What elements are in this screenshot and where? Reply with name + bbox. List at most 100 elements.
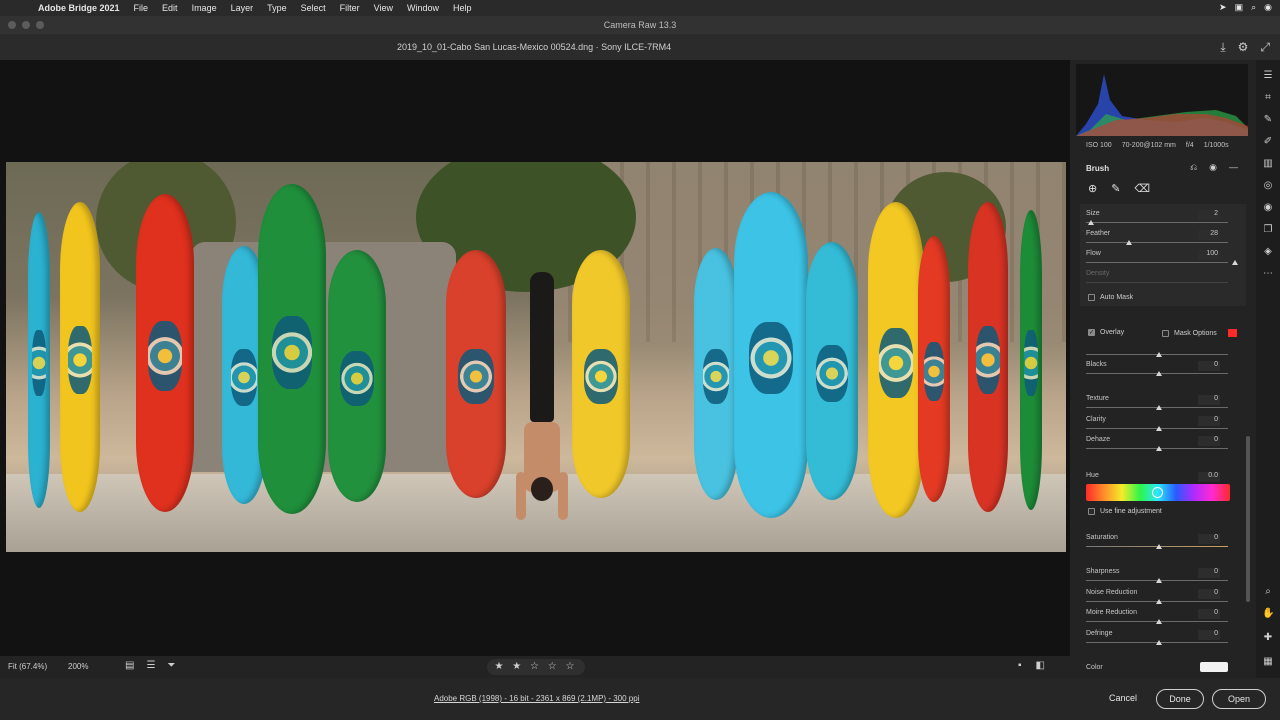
- edit-sliders-icon[interactable]: ☰: [1262, 70, 1274, 81]
- brush-add-icon[interactable]: ⊕: [1088, 182, 1097, 195]
- menu-filter[interactable]: Filter: [340, 3, 360, 13]
- surfboard: [28, 212, 50, 508]
- minimize-window-button[interactable]: [22, 21, 30, 29]
- brush-erase-icon[interactable]: ⌫: [1134, 182, 1150, 195]
- location-icon[interactable]: ➤: [1219, 2, 1227, 13]
- blacks-slider[interactable]: Blacks 0: [1086, 361, 1234, 376]
- window-icon[interactable]: ▣: [1235, 2, 1244, 13]
- more-icon[interactable]: ⋯: [1262, 268, 1274, 279]
- red-eye-icon[interactable]: ◉: [1262, 202, 1274, 213]
- window-title: Camera Raw 13.3: [603, 20, 677, 30]
- flow-value[interactable]: 100: [1198, 250, 1220, 260]
- menu-help[interactable]: Help: [453, 3, 472, 13]
- panel-scrollbar[interactable]: [1246, 436, 1250, 602]
- surfboard: [968, 202, 1008, 512]
- hue-slider[interactable]: [1086, 484, 1230, 501]
- overlay-checkbox[interactable]: ✓ Overlay: [1088, 329, 1124, 336]
- hand-tool-icon[interactable]: ✋: [1262, 608, 1274, 619]
- settings-gear-icon[interactable]: ⚙: [1238, 40, 1249, 55]
- before-after-icon[interactable]: ◧: [1036, 660, 1045, 671]
- surfboard: [694, 248, 738, 500]
- edit-panel: ISO 100 70-200@102 mm f/4 1/1000s Brush …: [1070, 60, 1256, 678]
- sort-icon[interactable]: ☰: [146, 660, 155, 671]
- mask-options-checkbox[interactable]: Mask Options: [1162, 329, 1237, 337]
- size-slider[interactable]: Size 2: [1086, 210, 1234, 225]
- single-view-icon[interactable]: ▪: [1018, 660, 1022, 671]
- surfboard: [806, 242, 858, 500]
- menu-type[interactable]: Type: [267, 3, 287, 13]
- color-swatch[interactable]: [1200, 662, 1228, 672]
- menu-view[interactable]: View: [374, 3, 393, 13]
- control-center-icon[interactable]: ◉: [1264, 2, 1272, 13]
- mask-color-swatch[interactable]: [1227, 329, 1237, 337]
- more-options-icon[interactable]: —: [1229, 162, 1238, 173]
- menu-file[interactable]: File: [134, 3, 149, 13]
- menu-edit[interactable]: Edit: [162, 3, 178, 13]
- canvas-bottom-bar: Fit (67.4%) 200% ▤ ☰ ⏷ ★ ★ ☆ ☆ ☆ ▪ ◧: [0, 656, 1070, 678]
- clarity-slider[interactable]: Clarity 0: [1086, 416, 1234, 431]
- person-headstand: [512, 272, 572, 522]
- flow-slider[interactable]: Flow 100: [1086, 250, 1238, 265]
- window-title-bar: Camera Raw 13.3: [0, 16, 1280, 34]
- document-bar: 2019_10_01-Cabo San Lucas-Mexico 00524.d…: [0, 34, 1280, 60]
- menu-select[interactable]: Select: [301, 3, 326, 13]
- healing-icon[interactable]: ✎: [1262, 114, 1274, 125]
- flow-label: Flow: [1086, 250, 1101, 257]
- menu-bar: Adobe Bridge 2021 File Edit Image Layer …: [0, 0, 1280, 16]
- zoom-tool-icon[interactable]: ⌕: [1262, 586, 1274, 597]
- zoom-window-button[interactable]: [36, 21, 44, 29]
- app-menu[interactable]: Adobe Bridge 2021: [38, 3, 120, 13]
- menu-window[interactable]: Window: [407, 3, 439, 13]
- surfboard: [918, 236, 950, 502]
- visibility-eye-icon[interactable]: ◉: [1209, 162, 1217, 173]
- menu-layer[interactable]: Layer: [231, 3, 254, 13]
- noise-reduction-slider[interactable]: Noise Reduction 0: [1086, 589, 1234, 604]
- fit-zoom-button[interactable]: Fit (67.4%): [8, 662, 47, 671]
- defringe-slider[interactable]: Defringe 0: [1086, 630, 1234, 645]
- moire-reduction-slider[interactable]: Moire Reduction 0: [1086, 609, 1234, 624]
- sharpness-slider[interactable]: Sharpness 0: [1086, 568, 1234, 583]
- use-fine-adjustment-checkbox[interactable]: Use fine adjustment: [1088, 508, 1162, 515]
- filmstrip-icon[interactable]: ▤: [125, 660, 134, 671]
- filter-icon[interactable]: ⏷: [167, 660, 175, 671]
- gradient-icon[interactable]: ▥: [1262, 158, 1274, 169]
- surfboard: [328, 250, 386, 502]
- open-button[interactable]: Open: [1212, 689, 1266, 709]
- brush-tool-icon[interactable]: ✐: [1262, 136, 1274, 147]
- size-value[interactable]: 2: [1198, 210, 1220, 220]
- surfboard: [60, 202, 100, 512]
- surfboard: [136, 194, 194, 512]
- exif-info: ISO 100 70-200@102 mm f/4 1/1000s: [1086, 142, 1229, 149]
- lens-value: 70-200@102 mm: [1121, 142, 1176, 149]
- radial-filter-icon[interactable]: ◎: [1262, 180, 1274, 191]
- search-icon[interactable]: ⌕: [1251, 2, 1256, 13]
- reset-icon[interactable]: ⎌: [1190, 162, 1197, 173]
- grid-icon[interactable]: ▦: [1262, 656, 1274, 667]
- crop-icon[interactable]: ⌗: [1262, 92, 1274, 103]
- brush-icon[interactable]: ✎: [1111, 182, 1120, 195]
- preview-photo[interactable]: [6, 162, 1066, 552]
- hue-knob[interactable]: [1152, 487, 1163, 498]
- done-button[interactable]: Done: [1156, 689, 1204, 709]
- saturation-slider[interactable]: Saturation 0: [1086, 534, 1234, 549]
- workflow-options-link[interactable]: Adobe RGB (1998) - 16 bit - 2361 x 869 (…: [434, 694, 639, 703]
- snapshots-icon[interactable]: ❐: [1262, 224, 1274, 235]
- star-rating[interactable]: ★ ★ ☆ ☆ ☆: [487, 659, 585, 675]
- histogram: [1076, 64, 1248, 136]
- feather-value[interactable]: 28: [1198, 230, 1220, 240]
- histogram-graph: [1076, 74, 1248, 136]
- cancel-button[interactable]: Cancel: [1100, 689, 1146, 709]
- auto-mask-checkbox[interactable]: Auto Mask: [1088, 294, 1133, 301]
- zoom-level-dropdown[interactable]: 200%: [68, 662, 88, 671]
- dehaze-slider[interactable]: Dehaze 0: [1086, 436, 1234, 451]
- menu-image[interactable]: Image: [192, 3, 217, 13]
- surfboard: [572, 250, 630, 498]
- close-window-button[interactable]: [8, 21, 16, 29]
- sampler-icon[interactable]: ✚: [1262, 632, 1274, 643]
- presets-icon[interactable]: ◈: [1262, 246, 1274, 257]
- texture-slider[interactable]: Texture 0: [1086, 395, 1234, 410]
- feather-slider[interactable]: Feather 28: [1086, 230, 1234, 245]
- fullscreen-icon[interactable]: ⤢: [1260, 40, 1270, 55]
- footer-bar: Adobe RGB (1998) - 16 bit - 2361 x 869 (…: [0, 678, 1280, 720]
- save-image-icon[interactable]: ⤓: [1220, 40, 1225, 55]
